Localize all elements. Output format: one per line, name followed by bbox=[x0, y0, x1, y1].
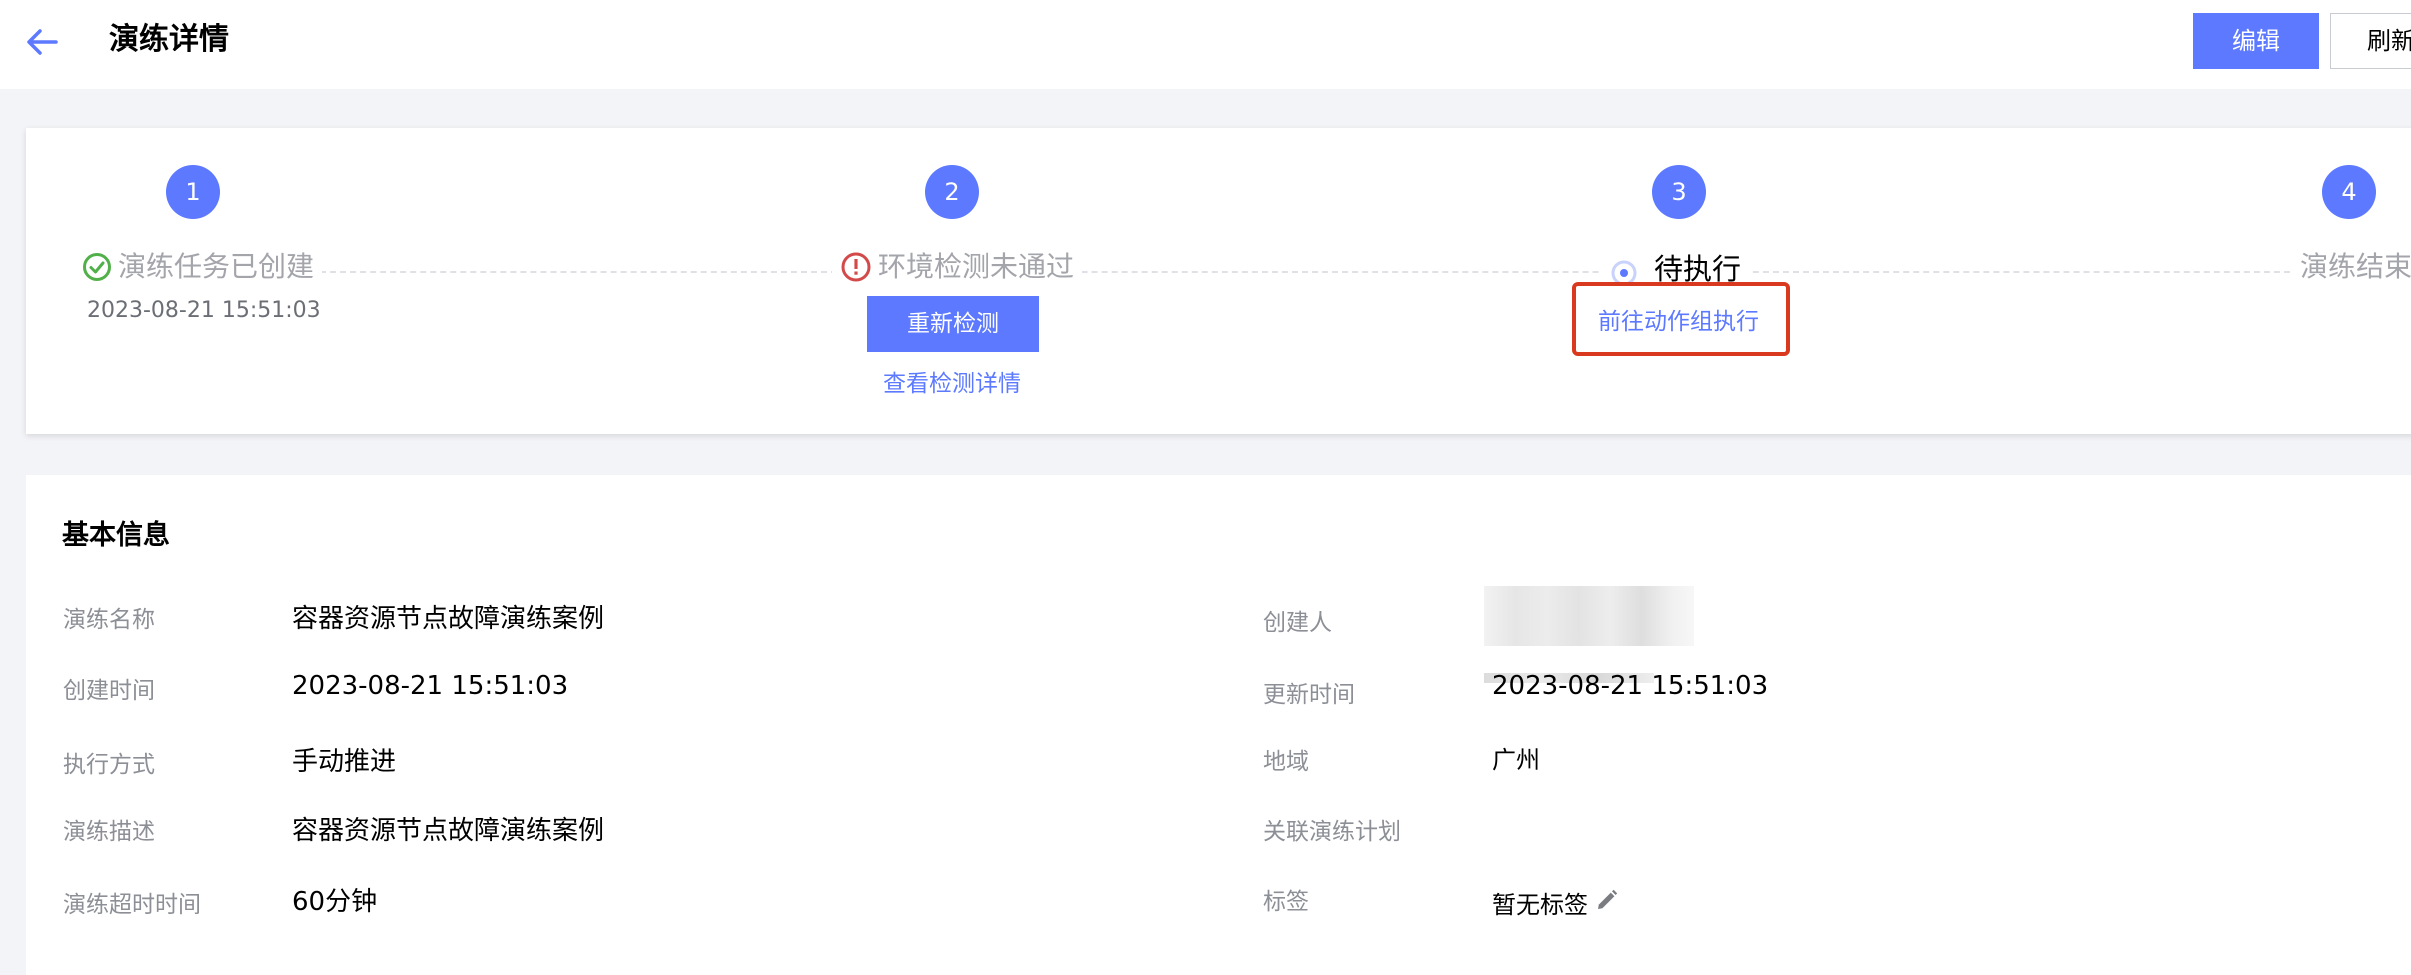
page-header: 演练详情 编辑 刷新 bbox=[0, 0, 2411, 89]
step-1-title: 演练任务已创建 bbox=[74, 248, 323, 286]
field-label-related-plan: 关联演练计划 bbox=[1263, 819, 1401, 845]
step-4-title: 演练结束 bbox=[2292, 248, 2411, 286]
redacted-creator bbox=[1484, 586, 1694, 646]
field-value-timeout: 60分钟 bbox=[292, 887, 378, 917]
field-value-region: 广州 bbox=[1492, 746, 1540, 774]
progress-steps-card bbox=[26, 128, 2411, 434]
arrow-left-icon[interactable] bbox=[22, 22, 62, 62]
recheck-button[interactable]: 重新检测 bbox=[867, 296, 1039, 352]
step-3-number: 3 bbox=[1652, 165, 1706, 219]
step-1-time: 2023-08-21 15:51:03 bbox=[87, 298, 321, 323]
step-2-title: 环境检测未通过 bbox=[832, 248, 1083, 286]
page-title: 演练详情 bbox=[109, 22, 229, 57]
field-label-exec-mode: 执行方式 bbox=[63, 752, 155, 778]
field-label-timeout: 演练超时时间 bbox=[63, 892, 201, 918]
refresh-button[interactable]: 刷新 bbox=[2330, 13, 2411, 69]
field-label-updated-time: 更新时间 bbox=[1263, 682, 1355, 708]
exclamation-circle-icon bbox=[841, 252, 871, 282]
step-connector bbox=[310, 271, 2300, 273]
step-4-label: 演练结束 bbox=[2300, 250, 2411, 283]
section-title: 基本信息 bbox=[62, 520, 170, 551]
pencil-icon[interactable] bbox=[1595, 888, 1619, 912]
field-label-name: 演练名称 bbox=[63, 607, 155, 633]
field-value-created-time: 2023-08-21 15:51:03 bbox=[292, 671, 569, 701]
step-1-label: 演练任务已创建 bbox=[118, 250, 315, 283]
view-check-details-link[interactable]: 查看检测详情 bbox=[883, 364, 1021, 398]
field-label-region: 地域 bbox=[1263, 749, 1309, 775]
basic-info-card bbox=[26, 475, 2411, 975]
field-label-tags: 标签 bbox=[1263, 889, 1309, 915]
field-value-description: 容器资源节点故障演练案例 bbox=[292, 816, 605, 846]
field-label-created-time: 创建时间 bbox=[63, 678, 155, 704]
field-value-exec-mode: 手动推进 bbox=[292, 747, 397, 777]
field-value-tags: 暂无标签 bbox=[1492, 891, 1588, 919]
go-to-action-group-link[interactable]: 前往动作组执行 bbox=[1598, 302, 1759, 336]
pending-dot-icon bbox=[1611, 260, 1637, 285]
field-label-description: 演练描述 bbox=[63, 819, 155, 845]
step-4-number: 4 bbox=[2322, 165, 2376, 219]
step-2-number: 2 bbox=[925, 165, 979, 219]
edit-button[interactable]: 编辑 bbox=[2193, 13, 2319, 69]
check-circle-icon bbox=[83, 253, 111, 281]
step-2-label: 环境检测未通过 bbox=[878, 250, 1075, 283]
field-value-updated-time: 2023-08-21 15:51:03 bbox=[1492, 671, 1769, 701]
step-1-number: 1 bbox=[166, 165, 220, 219]
field-value-name: 容器资源节点故障演练案例 bbox=[292, 604, 605, 634]
field-label-creator: 创建人 bbox=[1263, 610, 1332, 636]
